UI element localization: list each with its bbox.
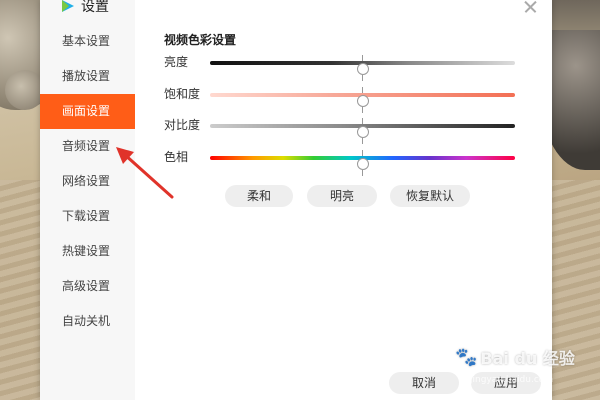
contrast-track[interactable] [210,118,515,144]
app-logo-icon [62,0,74,12]
brightness-track[interactable] [210,55,515,81]
baidu-paw-icon: 🐾 [455,346,478,368]
saturation-tick [362,107,363,113]
saturation-thumb[interactable] [356,95,369,107]
sidebar-item-advanced[interactable]: 高级设置 [40,269,135,304]
watermark-text: Bai du 经验 [480,349,575,368]
brightness-slider-row: 亮度 [164,55,519,81]
cancel-button[interactable]: 取消 [389,372,459,394]
soft-preset-button[interactable]: 柔和 [225,185,293,207]
hue-slider-row: 色相 [164,150,519,176]
hue-track[interactable] [210,150,515,176]
bright-preset-button[interactable]: 明亮 [307,185,377,207]
saturation-track[interactable] [210,87,515,113]
sidebar-item-hotkey[interactable]: 热键设置 [40,234,135,269]
saturation-tick [362,87,363,93]
annotation-arrow-icon [116,147,174,199]
hue-tick [362,150,363,156]
brightness-tick [362,55,363,61]
saturation-slider-row: 饱和度 [164,87,519,113]
sidebar-item-auto-shutdown[interactable]: 自动关机 [40,304,135,339]
close-icon[interactable] [520,0,540,14]
contrast-slider-row: 对比度 [164,118,519,144]
contrast-tick [362,118,363,124]
sidebar-item-basic[interactable]: 基本设置 [40,24,135,59]
brightness-label: 亮度 [164,55,189,69]
watermark-url: jingyan.baidu.com [470,375,554,385]
contrast-thumb[interactable] [356,126,369,138]
hue-tick [362,170,363,176]
saturation-label: 饱和度 [164,87,201,101]
section-title: 视频色彩设置 [164,33,237,47]
contrast-label: 对比度 [164,118,201,132]
brightness-tick [362,75,363,81]
hue-thumb[interactable] [356,158,369,170]
restore-default-button[interactable]: 恢复默认 [390,185,470,207]
contrast-tick [362,138,363,144]
sidebar-item-playback[interactable]: 播放设置 [40,59,135,94]
dialog-title-text: 设置 [81,0,109,15]
sidebar-item-picture[interactable]: 画面设置 [40,94,135,129]
dialog-title: 设置 [60,0,109,16]
brightness-thumb[interactable] [356,63,369,75]
baidu-watermark: 🐾 Bai du 经验 [455,345,575,369]
